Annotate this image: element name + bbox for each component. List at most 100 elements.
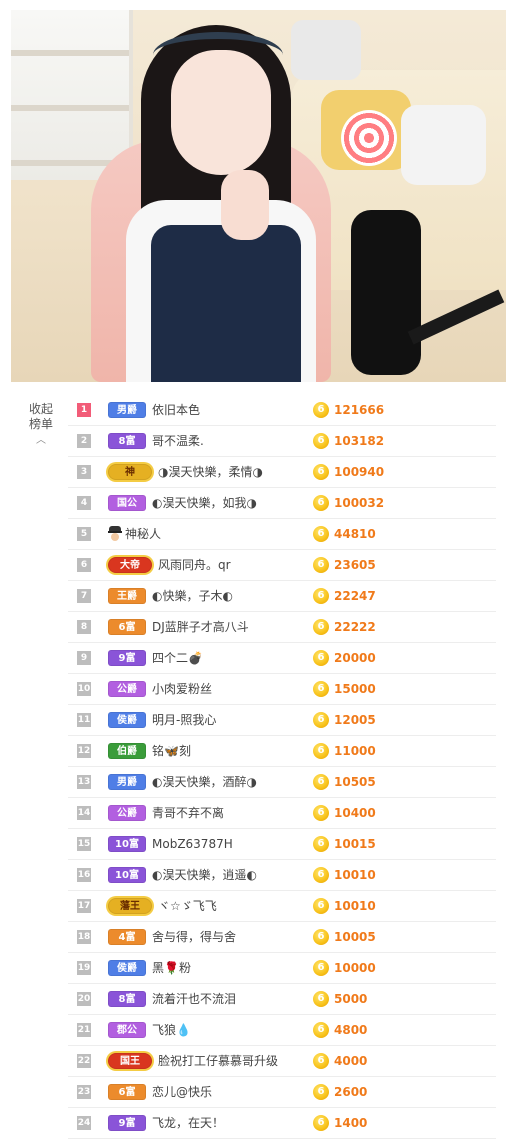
noble-rank-badge: 侯爵 [108, 712, 146, 728]
contribution-amount: 22222 [334, 620, 376, 634]
noble-rank-badge: 9富 [108, 1115, 146, 1131]
chevron-up-icon: ︿ [36, 435, 46, 446]
noble-rank-badge: 9富 [108, 650, 146, 666]
noble-rank-badge: 6富 [108, 1084, 146, 1100]
ranking-row[interactable]: 9 9富 四个二💣 6 20000 [68, 643, 496, 674]
ranking-row[interactable]: 20 8富 流着汗也不流泪 6 5000 [68, 984, 496, 1015]
noble-rank-badge: 公爵 [108, 805, 146, 821]
ranking-row[interactable]: 3 神 ◑淏天快樂，柔情◑ 6 100940 [68, 457, 496, 488]
ranking-row[interactable]: 6 大帝 风雨同舟。qr 6 23605 [68, 550, 496, 581]
ranking-row[interactable]: 11 侯爵 明月-照我心 6 12005 [68, 705, 496, 736]
contribution-amount: 5000 [334, 992, 368, 1006]
ranking-row[interactable]: 18 4富 舍与得，得与舍 6 10005 [68, 922, 496, 953]
user-nickname[interactable]: ◐淏天快樂，酒醉◑ [152, 767, 257, 797]
ranking-row[interactable]: 12 伯爵 铭🦋刻 6 11000 [68, 736, 496, 767]
ranking-row[interactable]: 7 王爵 ◐快樂，子木◐ 6 22247 [68, 581, 496, 612]
rank-number: 3 [77, 465, 91, 479]
contribution-amount: 10010 [334, 868, 376, 882]
contribution-amount: 20000 [334, 651, 376, 665]
noble-rank-badge: 侯爵 [108, 960, 146, 976]
user-nickname[interactable]: ◐快樂，子木◐ [152, 581, 233, 611]
noble-rank-badge: 国王 [108, 1053, 152, 1069]
noble-rank-badge: 6富 [108, 619, 146, 635]
user-nickname[interactable]: 哥不温柔. [152, 426, 204, 456]
coin-icon: 6 [313, 464, 329, 480]
contribution-amount: 100032 [334, 496, 385, 510]
contribution-amount: 4000 [334, 1054, 368, 1068]
user-nickname[interactable]: 铭🦋刻 [152, 736, 191, 766]
coin-icon: 6 [313, 526, 329, 542]
noble-rank-badge: 大帝 [108, 557, 152, 573]
ranking-row[interactable]: 16 10富 ◐淏天快樂，逍遥◐ 6 10010 [68, 860, 496, 891]
user-nickname[interactable]: 青哥不弃不离 [152, 798, 224, 828]
user-nickname[interactable]: 神秘人 [125, 519, 161, 549]
rank-number: 14 [77, 806, 91, 820]
user-nickname[interactable]: 四个二💣 [152, 643, 203, 673]
ranking-row[interactable]: 24 9富 飞龙，在天！ 6 1400 [68, 1108, 496, 1139]
ranking-row[interactable]: 23 6富 恋儿@快乐 6 2600 [68, 1077, 496, 1108]
ranking-row[interactable]: 4 国公 ◐淏天快樂，如我◑ 6 100032 [68, 488, 496, 519]
rank-number: 16 [77, 868, 91, 882]
live-stream-video[interactable] [11, 10, 506, 382]
ranking-row[interactable]: 21 郡公 飞狼💧 6 4800 [68, 1015, 496, 1046]
ranking-row[interactable]: 15 10富 MobZ63787H 6 10015 [68, 829, 496, 860]
ranking-row[interactable]: 10 公爵 小肉爱粉丝 6 15000 [68, 674, 496, 705]
rank-number: 6 [77, 558, 91, 572]
ranking-row[interactable]: 13 男爵 ◐淏天快樂，酒醉◑ 6 10505 [68, 767, 496, 798]
user-nickname[interactable]: ◐淏天快樂，如我◑ [152, 488, 257, 518]
user-nickname[interactable]: 脸祝打工仔慕慕哥升级 [158, 1046, 278, 1076]
user-nickname[interactable]: ◐淏天快樂，逍遥◐ [152, 860, 257, 890]
user-nickname[interactable]: ヾ☆ゞ飞飞 [158, 891, 217, 921]
ranking-row[interactable]: 17 藩王 ヾ☆ゞ飞飞 6 10010 [68, 891, 496, 922]
user-nickname[interactable]: 流着汗也不流泪 [152, 984, 236, 1014]
user-nickname[interactable]: 依旧本色 [152, 395, 200, 425]
noble-rank-badge: 国公 [108, 495, 146, 511]
coin-icon: 6 [313, 774, 329, 790]
contribution-amount: 44810 [334, 527, 376, 541]
ranking-row[interactable]: 19 侯爵 黑🌹粉 6 10000 [68, 953, 496, 984]
microphone-arm [407, 289, 505, 345]
coin-icon: 6 [313, 1084, 329, 1100]
user-nickname[interactable]: 小肉爱粉丝 [152, 674, 212, 704]
user-nickname[interactable]: 风雨同舟。qr [158, 550, 231, 580]
ranking-row[interactable]: 14 公爵 青哥不弃不离 6 10400 [68, 798, 496, 829]
ranking-row[interactable]: 2 8富 哥不温柔. 6 103182 [68, 426, 496, 457]
noble-rank-badge: 10富 [108, 867, 146, 883]
user-nickname[interactable]: 飞狼💧 [152, 1015, 191, 1045]
coin-icon: 6 [313, 650, 329, 666]
user-nickname[interactable]: 明月-照我心 [152, 705, 216, 735]
coin-icon: 6 [313, 898, 329, 914]
contribution-amount: 10015 [334, 837, 376, 851]
ranking-row[interactable]: 5 神秘人 6 44810 [68, 519, 496, 550]
coin-icon: 6 [313, 1022, 329, 1038]
contribution-amount: 10400 [334, 806, 376, 820]
rank-number: 24 [77, 1116, 91, 1130]
contribution-amount: 103182 [334, 434, 385, 448]
collapse-ranking-button[interactable]: 收起 榜单 ︿ [28, 402, 54, 448]
noble-rank-badge: 王爵 [108, 588, 146, 604]
contribution-amount: 10005 [334, 930, 376, 944]
noble-rank-badge: 藩王 [108, 898, 152, 914]
coin-icon: 6 [313, 867, 329, 883]
rank-number: 20 [77, 992, 91, 1006]
mystery-user-icon [108, 526, 122, 541]
user-nickname[interactable]: 黑🌹粉 [152, 953, 191, 983]
coin-icon: 6 [313, 712, 329, 728]
rank-number: 17 [77, 899, 91, 913]
user-nickname[interactable]: DJ蓝胖子才高八斗 [152, 612, 249, 642]
ranking-row[interactable]: 22 国王 脸祝打工仔慕慕哥升级 6 4000 [68, 1046, 496, 1077]
user-nickname[interactable]: 舍与得，得与舍 [152, 922, 236, 952]
ranking-row[interactable]: 8 6富 DJ蓝胖子才高八斗 6 22222 [68, 612, 496, 643]
coin-icon: 6 [313, 588, 329, 604]
user-nickname[interactable]: ◑淏天快樂，柔情◑ [158, 457, 263, 487]
collapse-label-line2: 榜单 [28, 417, 53, 431]
rank-number: 13 [77, 775, 91, 789]
ranking-row[interactable]: 1 男爵 依旧本色 6 121666 [68, 395, 496, 426]
user-nickname[interactable]: 恋儿@快乐 [152, 1077, 212, 1107]
noble-rank-badge: 10富 [108, 836, 146, 852]
coin-icon: 6 [313, 619, 329, 635]
user-nickname[interactable]: MobZ63787H [152, 829, 233, 859]
rank-number: 21 [77, 1023, 91, 1037]
contribution-ranking-list: 1 男爵 依旧本色 6 121666 2 8富 哥不温柔. 6 103182 3 神 ◑淏天快樂，柔情◑… [68, 395, 496, 1139]
user-nickname[interactable]: 飞龙，在天！ [152, 1108, 224, 1138]
